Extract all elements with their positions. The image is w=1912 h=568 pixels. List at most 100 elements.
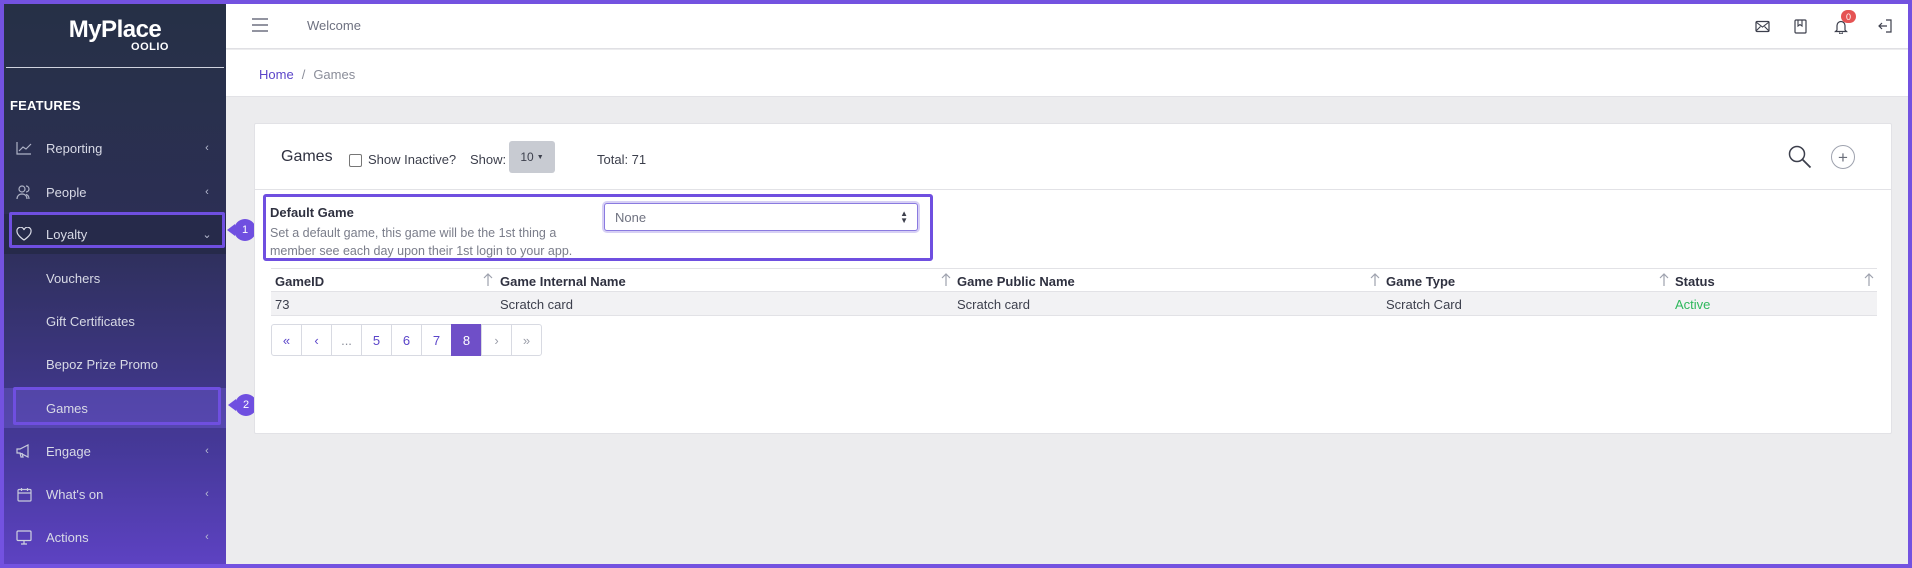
- sidebar-item-label: Bepoz Prize Promo: [46, 356, 158, 372]
- app-frame: MyPlace OOLIO FEATURES Reporting ‹ Peopl…: [4, 4, 1908, 564]
- sidebar-item-label: Vouchers: [46, 270, 101, 286]
- games-card-header: Games Show Inactive? Show: 10 ▼ Total: 7…: [255, 124, 1891, 190]
- sidebar-item-whats-on[interactable]: What's on ‹: [4, 474, 226, 514]
- sidebar: MyPlace OOLIO FEATURES Reporting ‹ Peopl…: [4, 4, 226, 564]
- sidebar-item-label: What's on: [46, 486, 104, 502]
- column-header-status[interactable]: Status: [1671, 269, 1861, 293]
- table-header: GameID Game Internal Name Game Public Na…: [271, 268, 1877, 292]
- caret-down-icon: ▼: [536, 153, 544, 161]
- add-game-button[interactable]: +: [1831, 145, 1855, 169]
- megaphone-icon: [14, 441, 34, 461]
- page-last-button[interactable]: »: [511, 324, 542, 356]
- sidebar-item-engage[interactable]: Engage ‹: [4, 431, 226, 471]
- column-header-label: Status: [1675, 273, 1715, 289]
- page-title: Games: [281, 148, 333, 165]
- page-first-button[interactable]: «: [271, 324, 302, 356]
- column-header-label: GameID: [275, 273, 325, 289]
- total-count: Total: 71: [597, 152, 647, 167]
- page-5-button[interactable]: 5: [361, 324, 392, 356]
- sidebar-item-label: Engage: [46, 443, 91, 459]
- column-header-label: Game Internal Name: [500, 273, 626, 289]
- column-header-public-name[interactable]: Game Public Name: [953, 269, 1373, 293]
- people-icon: [14, 182, 34, 202]
- page-ellipsis[interactable]: ...: [331, 324, 362, 356]
- sort-arrow-icon[interactable]: [1370, 273, 1380, 287]
- column-header-label: Game Public Name: [957, 273, 1075, 289]
- logo-sub: OOLIO: [131, 41, 169, 53]
- sidebar-item-vouchers[interactable]: Vouchers: [4, 258, 226, 298]
- sidebar-item-gift-certificates[interactable]: Gift Certificates: [4, 301, 226, 341]
- default-game-help: Set a default game, this game will be th…: [270, 226, 573, 258]
- logout-icon[interactable]: [1874, 16, 1894, 36]
- show-inactive-checkbox[interactable]: [349, 154, 362, 167]
- sidebar-item-label: Reporting: [46, 140, 103, 156]
- chevron-left-icon: ‹: [205, 142, 209, 154]
- column-header-gameid[interactable]: GameID: [271, 269, 491, 293]
- app-logo[interactable]: MyPlace OOLIO: [6, 4, 224, 68]
- cell-gameid: 73: [275, 296, 290, 312]
- notification-count-badge: 0: [1841, 10, 1856, 23]
- default-game-selected: None: [615, 209, 647, 225]
- breadcrumb: Home / Games: [259, 67, 355, 82]
- calendar-icon: [14, 484, 34, 504]
- breadcrumb-separator: /: [301, 67, 306, 82]
- mail-icon[interactable]: [1752, 16, 1772, 36]
- sort-arrow-icon[interactable]: [483, 273, 493, 287]
- welcome-text: Welcome: [307, 18, 361, 33]
- cell-public-name: Scratch card: [957, 296, 1030, 312]
- table-row[interactable]: 73 Scratch card Scratch card Scratch Car…: [271, 292, 1877, 316]
- page-next-button[interactable]: ›: [481, 324, 512, 356]
- default-game-title: Default Game: [270, 205, 354, 220]
- sidebar-item-actions[interactable]: Actions ‹: [4, 517, 226, 557]
- highlight-loyalty: [9, 212, 225, 248]
- sidebar-item-reporting[interactable]: Reporting ‹: [4, 128, 226, 168]
- select-arrows-icon: ▲ ▼: [900, 209, 908, 225]
- bell-icon[interactable]: 0: [1831, 10, 1856, 36]
- logo-main: MyPlace: [68, 16, 162, 43]
- breadcrumb-home-link[interactable]: Home: [259, 67, 294, 82]
- sidebar-section-title: FEATURES: [10, 98, 81, 113]
- page-size-value: 10: [520, 150, 534, 164]
- sidebar-item-label: Actions: [46, 529, 89, 545]
- cell-game-type: Scratch Card: [1386, 296, 1462, 312]
- page-7-button[interactable]: 7: [421, 324, 452, 356]
- page-6-button[interactable]: 6: [391, 324, 422, 356]
- column-header-internal-name[interactable]: Game Internal Name: [496, 269, 946, 293]
- sidebar-item-label: Gift Certificates: [46, 313, 135, 329]
- sidebar-item-label: People: [46, 184, 87, 200]
- sidebar-item-people[interactable]: People ‹: [4, 172, 226, 212]
- default-game-select[interactable]: None ▲ ▼: [604, 203, 918, 231]
- step-badge-1: 1: [227, 219, 256, 241]
- pagination: « ‹ ... 5 6 7 8 › »: [271, 324, 542, 356]
- sort-arrow-icon[interactable]: [1864, 273, 1874, 287]
- show-inactive-label: Show Inactive?: [368, 152, 457, 167]
- chevron-left-icon: ‹: [205, 445, 209, 457]
- top-bar: Welcome 0: [226, 4, 1908, 49]
- page-size-dropdown[interactable]: 10 ▼: [509, 141, 555, 173]
- chevron-left-icon: ‹: [205, 488, 209, 500]
- breadcrumb-current: Games: [313, 67, 356, 82]
- bookmark-icon[interactable]: [1790, 16, 1810, 36]
- page-8-button[interactable]: 8: [451, 324, 482, 356]
- search-icon[interactable]: [1787, 144, 1813, 170]
- monitor-icon: [14, 527, 34, 547]
- breadcrumb-bar: Home / Games: [226, 50, 1908, 97]
- sort-arrow-icon[interactable]: [1659, 273, 1669, 287]
- hamburger-menu-icon[interactable]: [252, 18, 268, 32]
- cell-internal-name: Scratch card: [500, 296, 573, 312]
- games-table: GameID Game Internal Name Game Public Na…: [271, 268, 1877, 316]
- column-header-label: Game Type: [1386, 273, 1456, 289]
- default-game-section: Default Game Set a default game, this ga…: [263, 194, 933, 261]
- column-header-game-type[interactable]: Game Type: [1382, 269, 1662, 293]
- chevron-left-icon: ‹: [205, 186, 209, 198]
- sidebar-item-bepoz-prize-promo[interactable]: Bepoz Prize Promo: [4, 344, 226, 384]
- chevron-left-icon: ‹: [205, 531, 209, 543]
- games-card: Games Show Inactive? Show: 10 ▼ Total: 7…: [254, 123, 1892, 434]
- sort-arrow-icon[interactable]: [941, 273, 951, 287]
- show-label: Show:: [470, 152, 507, 167]
- highlight-games: [13, 387, 221, 425]
- status-badge: Active: [1675, 296, 1711, 312]
- page-prev-button[interactable]: ‹: [301, 324, 332, 356]
- plus-icon: +: [1838, 147, 1848, 167]
- chart-line-icon: [14, 138, 34, 158]
